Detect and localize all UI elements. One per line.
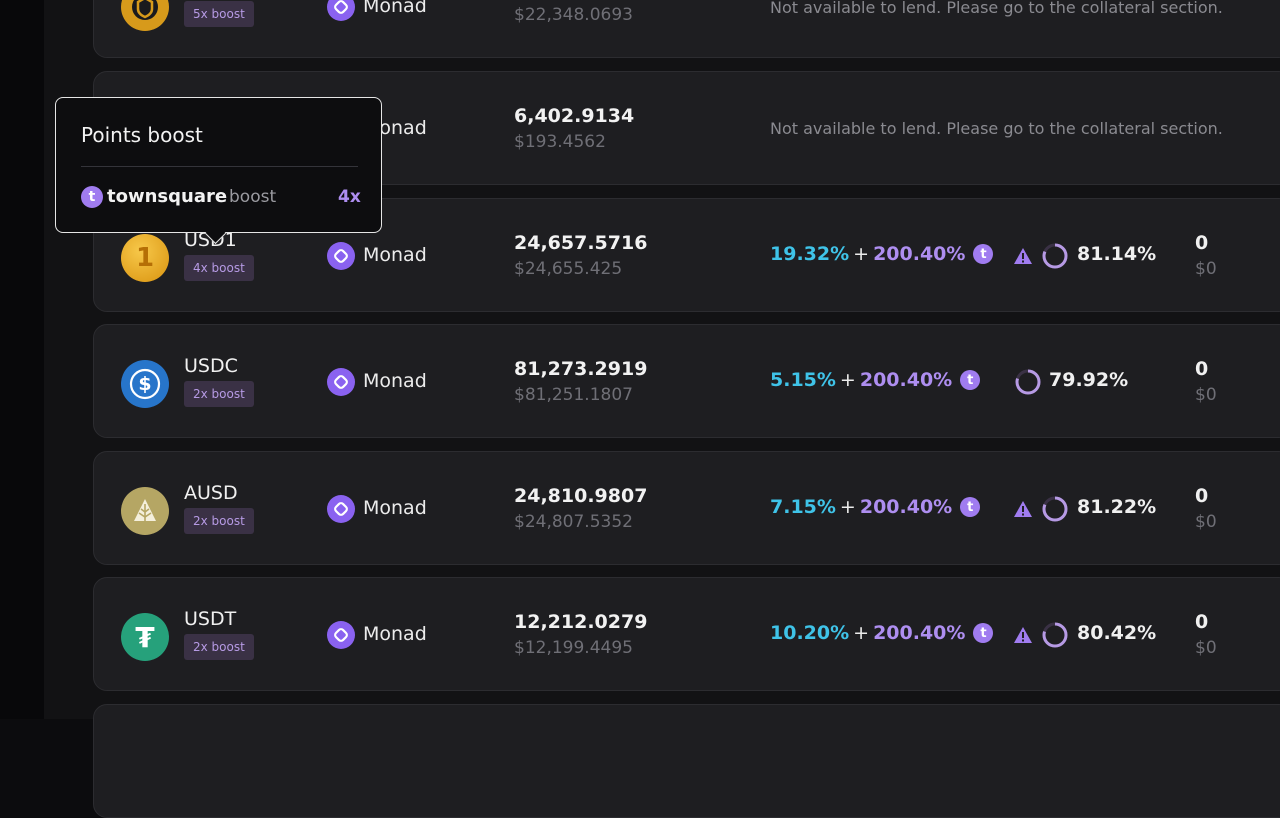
townsquare-icon[interactable]: t [973, 623, 994, 643]
usd1-glyph: 1 [135, 243, 155, 273]
lent-usd: $0 [1195, 512, 1217, 532]
ltv-value: 81.14% [1077, 243, 1157, 265]
lent-amount: 0 [1195, 232, 1209, 254]
network-name: Monad [363, 244, 427, 266]
ltv-value: 81.22% [1077, 496, 1157, 518]
supply-amount: 24,810.9807 [514, 485, 648, 507]
usdt-glyph: ₮ [135, 620, 155, 654]
ltv-value: 79.92% [1049, 369, 1129, 391]
lent-amount: 0 [1195, 485, 1209, 507]
boost-apy: 200.40% [873, 622, 966, 644]
ltv-ring-icon [1015, 369, 1041, 395]
network-name: Monad [363, 497, 427, 519]
monad-icon [327, 621, 355, 649]
townsquare-brand: townsquare [107, 186, 228, 207]
market-row[interactable]: AUSD 2x boost Monad 24,810.9807 $24,807.… [93, 451, 1280, 565]
boost-apy: 200.40% [859, 369, 953, 391]
boost-multiplier: 4x [338, 187, 361, 207]
apy: 7.15% + 200.40% t [770, 496, 981, 518]
townsquare-icon[interactable]: t [973, 244, 994, 264]
boost-label: boost [229, 187, 277, 207]
boost-badge[interactable]: 5x boost [184, 1, 254, 27]
market-row[interactable]: $ USDC 2x boost Monad 81,273.2919 $81,25… [93, 324, 1280, 438]
supply-amount: 6,402.9134 [514, 105, 635, 127]
supply-amount: 81,273.2919 [514, 358, 648, 380]
ltv-ring-icon [1042, 622, 1068, 648]
townsquare-icon[interactable]: t [960, 497, 981, 517]
ltv-value: 80.42% [1077, 622, 1157, 644]
lent-usd: $0 [1195, 259, 1217, 279]
coin-shield-icon [121, 0, 169, 31]
monad-icon [327, 242, 355, 270]
boost-badge[interactable]: 4x boost [184, 255, 254, 281]
monad-icon [327, 368, 355, 396]
points-boost-tooltip: Points boost t townsquare boost 4x [55, 97, 382, 245]
lent-usd: $0 [1195, 638, 1217, 658]
supply-usd: $24,655.425 [514, 259, 623, 279]
left-rail [0, 0, 44, 719]
apy-plus: + [839, 369, 856, 391]
boost-badge[interactable]: 2x boost [184, 508, 254, 534]
supply-amount: 12,212.0279 [514, 611, 648, 633]
boost-apy: 200.40% [859, 496, 953, 518]
asset-name: AUSD [184, 482, 238, 504]
monad-icon [327, 0, 355, 21]
base-apy: 5.15% [770, 369, 836, 391]
apy: 5.15% + 200.40% t [770, 369, 981, 391]
asset-name: USDT [184, 608, 237, 630]
network-name: Monad [363, 623, 427, 645]
apy-plus: + [853, 622, 870, 644]
usdc-glyph: $ [138, 373, 152, 395]
market-row[interactable]: ₮ USDT 2x boost Monad 12,212.0279 $12,19… [93, 577, 1280, 691]
lent-amount: 0 [1195, 611, 1209, 633]
ltv-ring-icon [1042, 243, 1068, 269]
warning-icon[interactable] [1013, 500, 1033, 518]
supply-usd: $193.4562 [514, 132, 606, 152]
base-apy: 10.20% [770, 622, 850, 644]
network-name: Monad [363, 370, 427, 392]
townsquare-icon[interactable]: t [960, 370, 981, 390]
usdc-icon: $ [121, 360, 169, 408]
warning-icon[interactable] [1013, 247, 1033, 265]
supply-usd: $12,199.4495 [514, 638, 633, 658]
apy: 19.32% + 200.40% t [770, 243, 994, 265]
usd1-icon: 1 [121, 234, 169, 282]
supply-usd: $81,251.1807 [514, 385, 633, 405]
usdt-icon: ₮ [121, 613, 169, 661]
market-row[interactable] [93, 704, 1280, 818]
apy-plus: + [853, 243, 870, 265]
boost-badge[interactable]: 2x boost [184, 634, 254, 660]
monad-icon [327, 495, 355, 523]
market-row[interactable]: 5x boost Monad $22,348.0693 Not availabl… [93, 0, 1280, 58]
divider [81, 166, 358, 167]
apy-plus: + [839, 496, 856, 518]
network-name: Monad [363, 0, 427, 17]
lent-usd: $0 [1195, 385, 1217, 405]
ltv-ring-icon [1042, 496, 1068, 522]
warning-icon[interactable] [1013, 626, 1033, 644]
boost-badge[interactable]: 2x boost [184, 381, 254, 407]
apy: 10.20% + 200.40% t [770, 622, 994, 644]
supply-usd: $22,348.0693 [514, 5, 633, 25]
ausd-icon [121, 487, 169, 535]
collateral-notice: Not available to lend. Please go to the … [770, 119, 1223, 138]
base-apy: 7.15% [770, 496, 836, 518]
tooltip-title: Points boost [81, 123, 203, 147]
supply-amount: 24,657.5716 [514, 232, 648, 254]
townsquare-logo-icon: t [81, 186, 103, 208]
supply-usd: $24,807.5352 [514, 512, 633, 532]
base-apy: 19.32% [770, 243, 850, 265]
boost-apy: 200.40% [873, 243, 966, 265]
lent-amount: 0 [1195, 358, 1209, 380]
asset-name: USDC [184, 355, 238, 377]
collateral-notice: Not available to lend. Please go to the … [770, 0, 1223, 17]
